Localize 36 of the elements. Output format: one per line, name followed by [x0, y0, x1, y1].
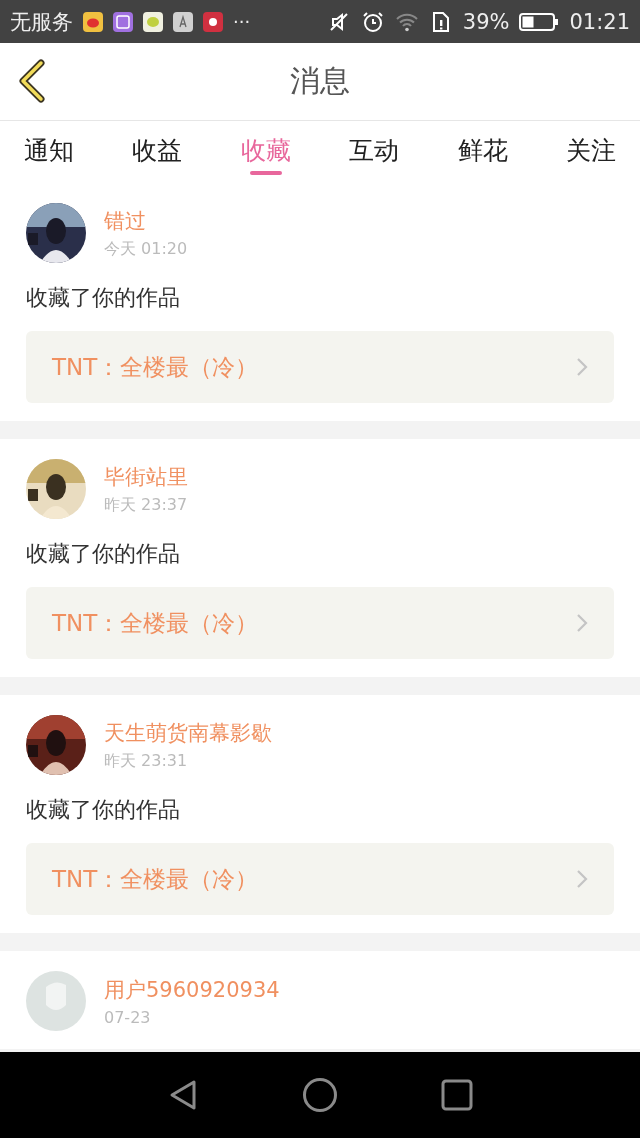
tab[interactable]: 通知: [12, 121, 86, 183]
message-text: 收藏了你的作品: [26, 796, 181, 824]
work-link-card[interactable]: TNT：全楼最（冷）: [26, 587, 614, 659]
user-name[interactable]: 用户5960920934: [104, 975, 280, 1004]
page-title: 消息: [290, 62, 350, 100]
message-time: 昨天 23:31: [104, 750, 189, 772]
user-name[interactable]: 天生萌货南幕影歇: [104, 718, 272, 747]
user-name[interactable]: 错过: [104, 206, 188, 235]
weibo-notification-icon: [83, 11, 103, 32]
message-text: 收藏了你的作品: [26, 540, 181, 568]
tab[interactable]: 收藏: [228, 121, 303, 183]
work-link-card[interactable]: TNT：全楼最（冷）: [26, 843, 614, 915]
keyboard-notification-icon: [173, 11, 193, 32]
tab[interactable]: 鲜花: [445, 121, 520, 183]
clock-text: 01:21: [569, 9, 630, 34]
chevron-right-icon: [576, 613, 588, 633]
chat-notification-icon: [143, 11, 163, 32]
back-button[interactable]: [16, 59, 48, 105]
flower-notification-icon: [203, 11, 223, 32]
battery-percent-text: 39%: [462, 9, 510, 34]
tab[interactable]: 互动: [337, 121, 412, 183]
work-link-card[interactable]: TNT：全楼最（冷）: [26, 331, 614, 403]
carrier-text: 无服务: [10, 8, 73, 36]
chevron-right-icon: [576, 357, 588, 377]
message-time: 昨天 23:37: [104, 494, 188, 516]
chevron-right-icon: [576, 869, 588, 889]
default-avatar-icon: [26, 971, 86, 1031]
user-name[interactable]: 毕街站里: [104, 462, 188, 491]
message-time: 今天 01:20: [104, 238, 188, 260]
message-time: 07-23: [104, 1007, 152, 1027]
tab[interactable]: 收益: [120, 121, 195, 183]
gallery-notification-icon: [113, 11, 133, 32]
message-text: 收藏了你的作品: [26, 284, 181, 312]
more-notifications-text: ···: [233, 11, 251, 32]
battery-icon: [519, 11, 560, 32]
tab[interactable]: 关注: [553, 121, 628, 183]
